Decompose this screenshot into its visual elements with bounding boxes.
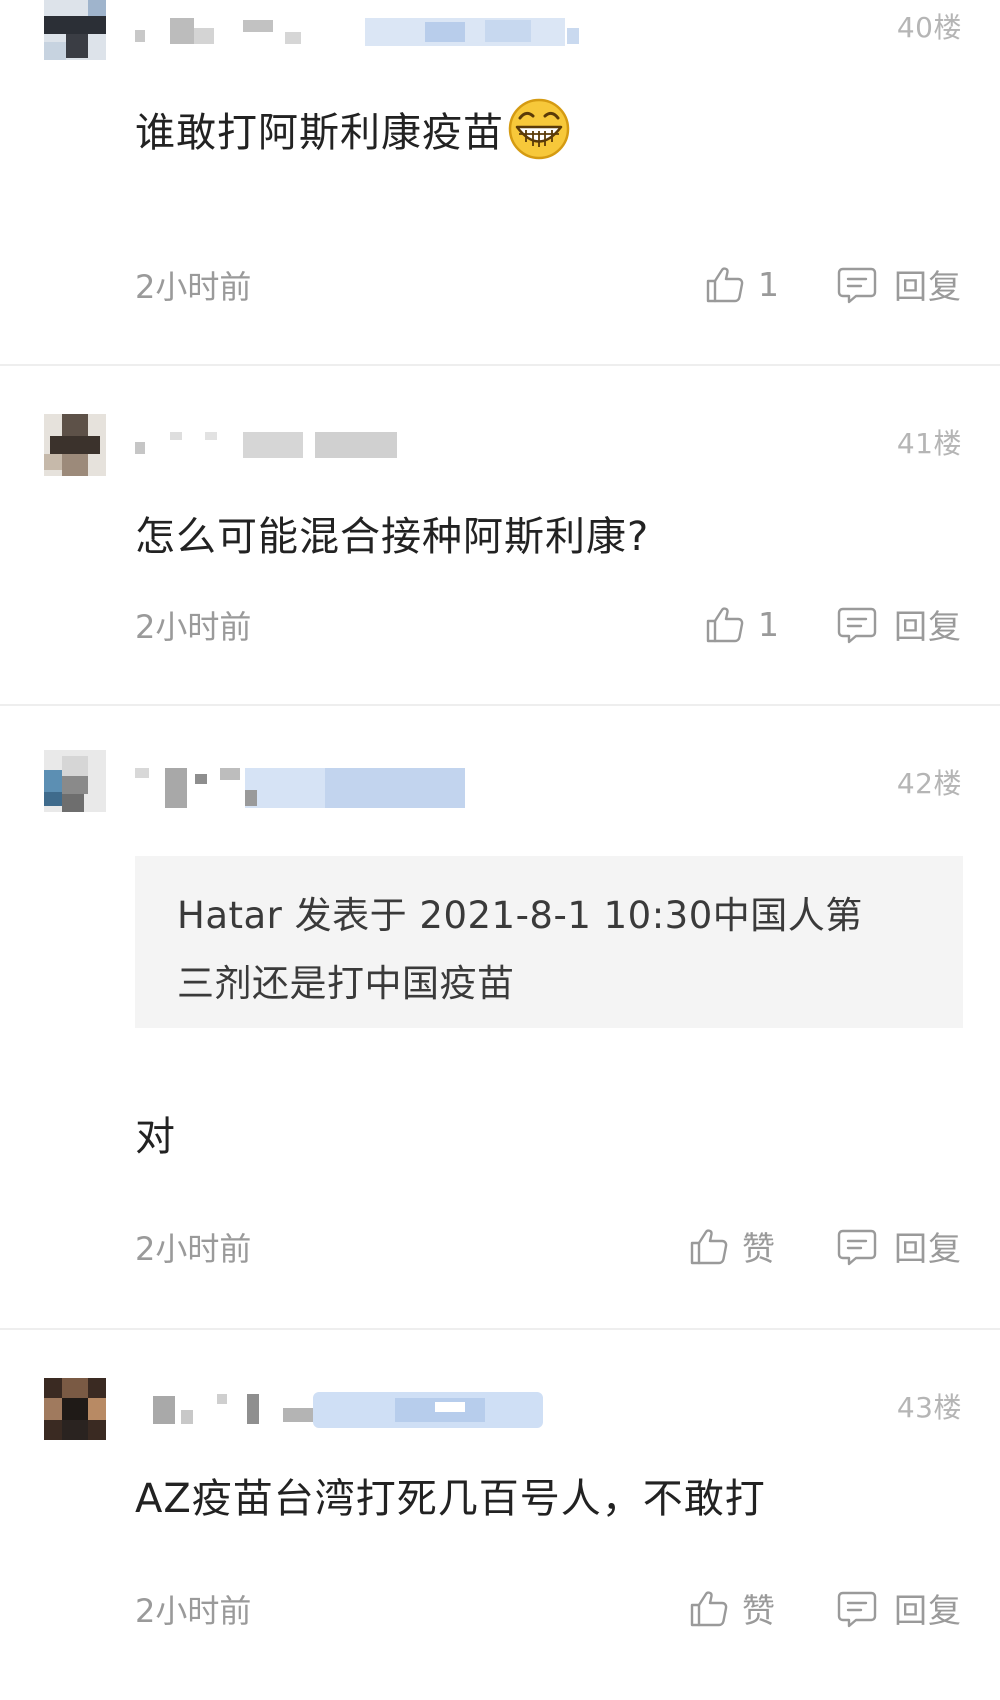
comment-text: AZ疫苗台湾打死几百号人，不敢打 [135, 1476, 766, 1522]
username-redacted[interactable] [135, 1390, 585, 1428]
comment-text: 对 [135, 1114, 176, 1160]
comment-item: 42楼 Hatar 发表于 2021-8-1 10:30中国人第 三剂还是打中国… [0, 706, 1000, 1328]
floor-number: 43楼 [896, 1391, 962, 1424]
avatar[interactable] [44, 0, 106, 60]
reply-label: 回复 [894, 1591, 962, 1630]
comment-text: 怎么可能混合接种阿斯利康? [135, 514, 650, 560]
reply-button[interactable]: 回复 [836, 1586, 962, 1630]
like-button[interactable]: 1 [704, 602, 779, 646]
like-button[interactable]: 赞 [688, 1586, 775, 1630]
thumbs-up-icon [688, 1587, 730, 1629]
comment-time: 2小时前 [135, 1230, 252, 1268]
thumbs-up-icon [688, 1225, 730, 1267]
quoted-reply: Hatar 发表于 2021-8-1 10:30中国人第 三剂还是打中国疫苗 [135, 856, 963, 1028]
like-count: 赞 [742, 1591, 775, 1630]
comment-time: 2小时前 [135, 608, 252, 646]
floor-number: 40楼 [896, 11, 962, 44]
username-redacted[interactable] [135, 428, 585, 464]
comment-bubble-icon [836, 603, 878, 645]
like-count: 1 [758, 604, 779, 644]
comment-time: 2小时前 [135, 1592, 252, 1630]
avatar[interactable] [44, 750, 106, 812]
comment-time: 2小时前 [135, 268, 252, 306]
comment-bubble-icon [836, 1225, 878, 1267]
avatar[interactable] [44, 414, 106, 476]
like-button[interactable]: 赞 [688, 1224, 775, 1268]
like-count: 1 [758, 264, 779, 304]
comment-item: 43楼 AZ疫苗台湾打死几百号人，不敢打 2小时前 赞 回复 [0, 1330, 1000, 1700]
quote-line: Hatar 发表于 2021-8-1 10:30中国人第 [177, 894, 863, 937]
comment-text-content: 谁敢打阿斯利康疫苗 [135, 110, 504, 156]
reply-label: 回复 [894, 607, 962, 646]
like-button[interactable]: 1 [704, 262, 779, 306]
comment-bubble-icon [836, 1587, 878, 1629]
comment-text: 谁敢打阿斯利康疫苗 [135, 98, 572, 168]
thumbs-up-icon [704, 603, 746, 645]
floor-number: 42楼 [896, 767, 962, 800]
avatar[interactable] [44, 1378, 106, 1440]
comment-bubble-icon [836, 263, 878, 305]
reply-label: 回复 [894, 267, 962, 306]
floor-number: 41楼 [896, 427, 962, 460]
username-redacted[interactable] [135, 14, 585, 50]
comment-item: 41楼 怎么可能混合接种阿斯利康? 2小时前 1 回复 [0, 366, 1000, 706]
reply-label: 回复 [894, 1229, 962, 1268]
username-redacted[interactable] [135, 768, 585, 808]
quote-line: 三剂还是打中国疫苗 [177, 962, 515, 1005]
comment-item: 40楼 谁敢打阿斯利康疫苗 2小时前 1 回复 [0, 0, 1000, 366]
thumbs-up-icon [704, 263, 746, 305]
reply-button[interactable]: 回复 [836, 262, 962, 306]
reply-button[interactable]: 回复 [836, 602, 962, 646]
like-count: 赞 [742, 1229, 775, 1268]
reply-button[interactable]: 回复 [836, 1224, 962, 1268]
grinning-face-emoji [508, 98, 570, 160]
